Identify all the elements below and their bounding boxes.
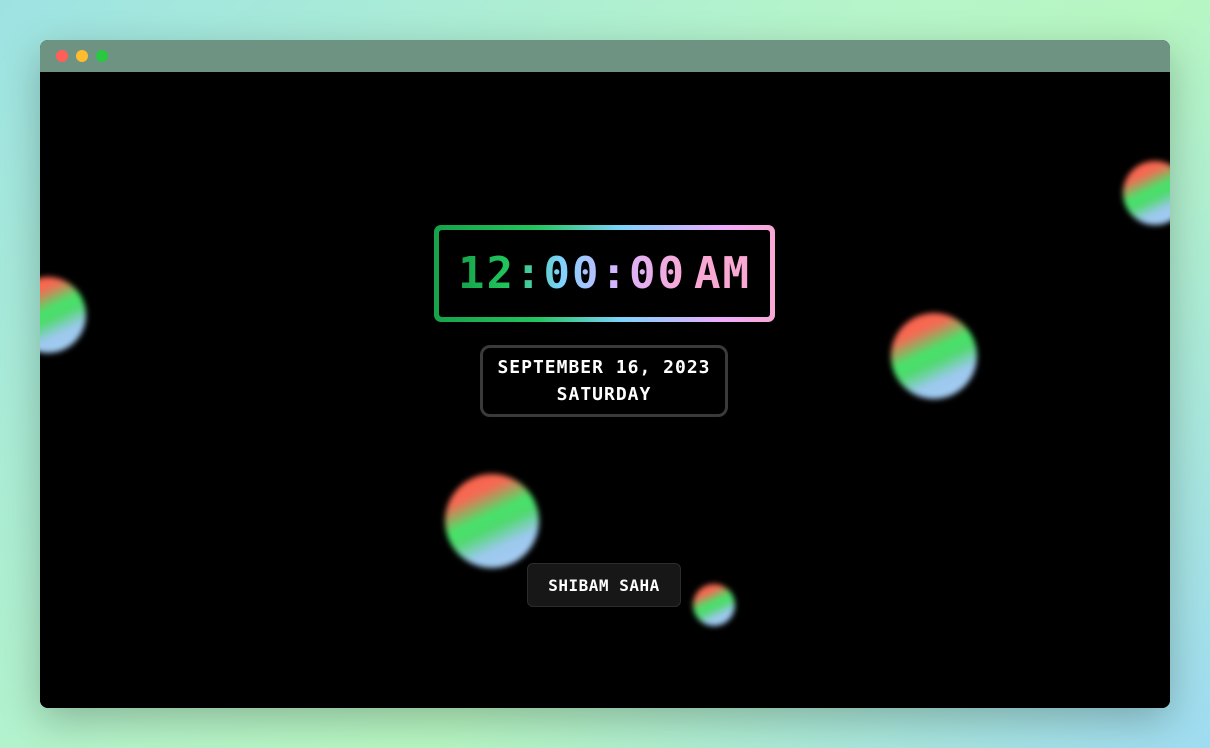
clock-display: 12:00:00 AM (434, 225, 775, 322)
decorative-orb (1123, 161, 1170, 225)
decorative-orb (40, 277, 86, 353)
close-window-button[interactable] (56, 50, 68, 62)
browser-window: 12:00:00 AM SEPTEMBER 16, 2023 SATURDAY … (40, 40, 1170, 708)
clock-time: 12:00:00 (458, 248, 686, 299)
author-badge[interactable]: SHIBAM SAHA (527, 563, 681, 607)
decorative-orb (445, 474, 539, 568)
clock-ampm: AM (693, 248, 751, 299)
maximize-window-button[interactable] (96, 50, 108, 62)
window-titlebar (40, 40, 1170, 72)
clock-face: 12:00:00 AM (439, 230, 770, 317)
decorative-orb (891, 313, 977, 399)
date-text: SEPTEMBER 16, 2023 (497, 357, 711, 378)
author-name: SHIBAM SAHA (548, 575, 660, 595)
minimize-window-button[interactable] (76, 50, 88, 62)
weekday-text: SATURDAY (556, 384, 652, 405)
decorative-orb (693, 584, 735, 626)
date-panel: SEPTEMBER 16, 2023 SATURDAY (480, 345, 728, 417)
page-viewport: 12:00:00 AM SEPTEMBER 16, 2023 SATURDAY … (40, 72, 1170, 708)
